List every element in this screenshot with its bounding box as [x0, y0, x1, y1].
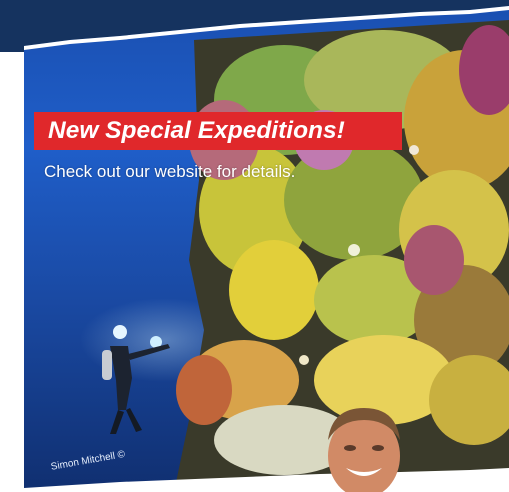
- portrait-image: [328, 408, 400, 492]
- diver-image: [102, 325, 170, 434]
- promo-card[interactable]: New Special Expeditions! Check out our w…: [0, 0, 509, 492]
- left-margin: [0, 52, 24, 492]
- top-torn-band: [0, 0, 509, 52]
- subline-text: Check out our website for details.: [44, 162, 296, 181]
- headline-banner[interactable]: New Special Expeditions!: [34, 112, 402, 150]
